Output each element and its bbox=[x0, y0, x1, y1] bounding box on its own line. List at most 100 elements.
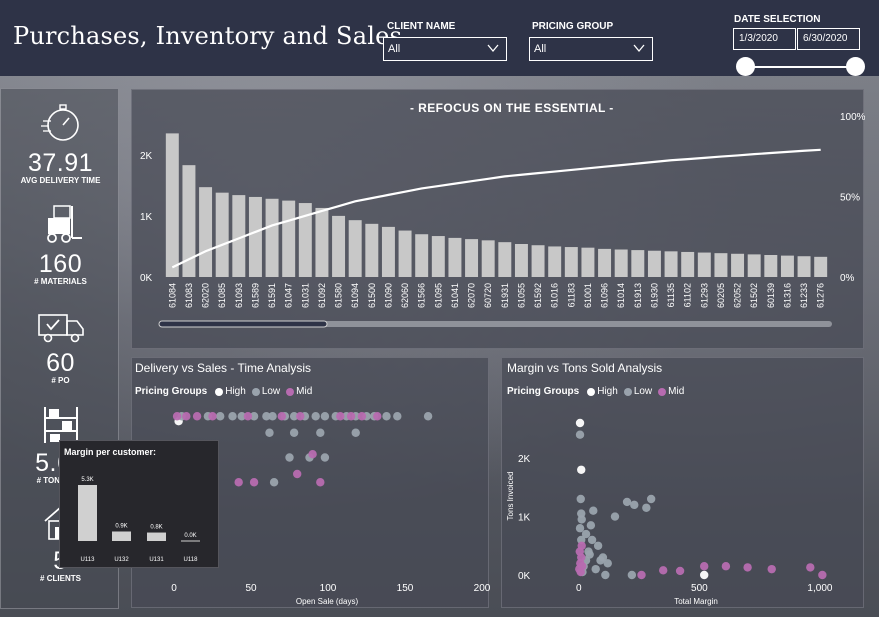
y-tick-label: 2K bbox=[140, 151, 153, 162]
x-tick-label: 62052 bbox=[733, 283, 743, 308]
x-tick-label: 62020 bbox=[201, 283, 211, 308]
pareto-chart-card[interactable]: - REFOCUS ON THE ESSENTIAL - 0K 1K 2K 0% 50%… bbox=[131, 89, 865, 349]
bar bbox=[581, 247, 595, 277]
x-tick-label: 61931 bbox=[500, 283, 510, 308]
kpi-label: # MATERIALS bbox=[34, 277, 87, 286]
header-bar: Purchases, Inventory and Sales CLIENT NA… bbox=[0, 0, 879, 76]
bar bbox=[647, 250, 661, 277]
pricing-group-dropdown[interactable]: All bbox=[529, 37, 653, 61]
x-tick-label: 61014 bbox=[616, 283, 626, 308]
data-point-low bbox=[311, 412, 320, 421]
bar bbox=[248, 196, 262, 277]
x-axis-label: Open Sale (days) bbox=[296, 597, 359, 606]
data-point-mid bbox=[192, 412, 202, 421]
kpi-label: # CLIENTS bbox=[40, 574, 81, 583]
x-tick-label: 61500 bbox=[367, 283, 377, 308]
pricing-group-label: PRICING GROUP bbox=[532, 21, 614, 32]
data-point-mid bbox=[316, 478, 325, 487]
bar bbox=[531, 245, 545, 277]
y-tick-label: 0K bbox=[140, 273, 153, 284]
date-slider-start-handle[interactable] bbox=[736, 57, 755, 76]
data-point-mid bbox=[806, 563, 815, 572]
data-point-mid bbox=[336, 412, 345, 421]
kpi-po: 60 # PO bbox=[1, 309, 120, 386]
tooltip-bar-label: 0.8K bbox=[150, 525, 162, 531]
kpi-avg-delivery: 37.91 AVG DELIVERY TIME bbox=[1, 101, 120, 186]
x-tick-label: 60139 bbox=[766, 283, 776, 308]
x-tick-label: 61591 bbox=[267, 283, 277, 308]
x-tick-label: 61589 bbox=[250, 283, 260, 308]
x-tick-label: 61592 bbox=[533, 283, 543, 308]
data-point-low bbox=[575, 524, 585, 533]
x-tick-label: 61093 bbox=[234, 283, 244, 308]
tooltip-bar-label: 0.9K bbox=[115, 523, 127, 529]
y2-tick-label: 100% bbox=[840, 112, 865, 123]
data-point-low bbox=[269, 478, 279, 487]
kpi-label: AVG DELIVERY TIME bbox=[20, 176, 101, 185]
date-slider-track[interactable] bbox=[745, 66, 855, 68]
data-point-low bbox=[268, 412, 277, 421]
bar bbox=[564, 247, 578, 277]
kpi-materials: 160 # MATERIALS bbox=[1, 202, 120, 287]
x-tick-label: 100 bbox=[320, 583, 337, 594]
x-tick-label: 61001 bbox=[583, 283, 593, 308]
x-tick-label: 61566 bbox=[417, 283, 427, 308]
data-point-mid bbox=[637, 570, 646, 580]
data-point-low bbox=[351, 428, 360, 437]
tooltip-bar bbox=[147, 532, 166, 541]
data-point-low bbox=[591, 564, 600, 574]
x-tick-label: 60205 bbox=[716, 283, 726, 308]
x-tick-label: 61031 bbox=[300, 283, 310, 308]
data-point-mid bbox=[249, 478, 259, 487]
bar bbox=[415, 234, 429, 277]
x-tick-label: 61316 bbox=[782, 283, 792, 308]
x-tick-label: 60720 bbox=[483, 283, 493, 308]
bar bbox=[631, 250, 645, 277]
data-point-low bbox=[423, 412, 433, 421]
x-tick-label: 50 bbox=[245, 583, 257, 594]
margin-per-customer-tooltip: Margin per customer: 5.3K U113 0.9K U132 0.8… bbox=[59, 440, 219, 568]
x-tick-label: 61276 bbox=[816, 283, 826, 308]
x-tick-label: 1,000 bbox=[807, 583, 832, 594]
bar bbox=[764, 255, 778, 277]
date-start-input[interactable]: 1/3/2020 bbox=[733, 28, 796, 50]
kpi-value: 160 bbox=[38, 250, 83, 278]
x-tick-label: 0 bbox=[576, 583, 582, 594]
tooltip-bar-label: 0.0K bbox=[184, 533, 196, 539]
data-point-mid bbox=[743, 563, 752, 572]
x-tick-label: 61183 bbox=[566, 283, 576, 307]
date-end-input[interactable]: 6/30/2020 bbox=[797, 28, 860, 50]
y2-tick-label: 50% bbox=[840, 193, 860, 204]
data-point-high bbox=[575, 418, 585, 428]
page-title: Purchases, Inventory and Sales bbox=[13, 22, 402, 50]
y-tick-label: 0K bbox=[518, 571, 531, 582]
data-point-low bbox=[316, 428, 325, 437]
data-point-mid bbox=[243, 412, 253, 421]
x-tick-label: 61083 bbox=[184, 283, 194, 308]
bar bbox=[514, 244, 528, 277]
data-point-mid bbox=[767, 564, 776, 574]
x-tick-label: 0 bbox=[171, 583, 177, 594]
kpi-value: 60 bbox=[46, 349, 75, 377]
y-tick-label: 1K bbox=[518, 513, 531, 524]
data-point-low bbox=[576, 494, 585, 504]
y-tick-label: 1K bbox=[140, 212, 153, 223]
x-tick-label: 61090 bbox=[383, 283, 393, 308]
bar bbox=[465, 239, 479, 277]
bar bbox=[481, 240, 495, 277]
truck-icon bbox=[1, 309, 120, 350]
bar bbox=[215, 192, 229, 277]
client-name-dropdown[interactable]: All bbox=[383, 37, 507, 61]
date-slider-end-handle[interactable] bbox=[846, 57, 865, 76]
data-point-low bbox=[596, 556, 605, 565]
data-point-low bbox=[585, 550, 594, 559]
bar bbox=[598, 248, 612, 277]
x-tick-label: 61502 bbox=[749, 283, 759, 308]
x-tick-label: 500 bbox=[691, 583, 708, 594]
margin-chart-card[interactable]: Margin vs Tons Sold Analysis Pricing Gro… bbox=[501, 357, 864, 608]
x-tick-label: 61293 bbox=[699, 283, 709, 308]
bar bbox=[265, 198, 279, 277]
bar bbox=[332, 215, 346, 277]
x-tick-label: 62070 bbox=[467, 283, 477, 308]
bar bbox=[731, 253, 745, 277]
